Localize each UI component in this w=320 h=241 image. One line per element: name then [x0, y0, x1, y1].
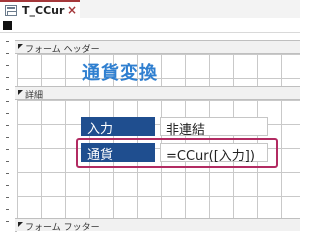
form-header-grid [17, 54, 300, 86]
footer-area [17, 231, 300, 241]
section-bar-form-footer[interactable]: フォーム フッター [15, 218, 300, 233]
form-icon [5, 5, 17, 16]
input-textbox[interactable]: 非連結 [160, 117, 268, 138]
highlight-frame [76, 138, 278, 168]
document-tab-bar: T_CCur × [0, 0, 300, 18]
form-title-label[interactable]: 通貨変換 [82, 59, 158, 85]
close-icon[interactable]: × [67, 3, 77, 17]
vertical-ruler [0, 33, 15, 241]
section-bar-form-header[interactable]: フォーム ヘッダー [15, 40, 300, 55]
tab-t-ccur[interactable]: T_CCur × [0, 0, 80, 18]
tab-label: T_CCur [22, 4, 65, 17]
input-label[interactable]: 入力 [81, 117, 155, 137]
section-marker-icon [18, 222, 23, 227]
horizontal-ruler [0, 18, 300, 33]
section-bar-detail[interactable]: 詳細 [15, 86, 300, 101]
form-selector[interactable] [3, 21, 12, 30]
section-marker-icon [18, 90, 23, 95]
section-marker-icon [18, 44, 23, 49]
